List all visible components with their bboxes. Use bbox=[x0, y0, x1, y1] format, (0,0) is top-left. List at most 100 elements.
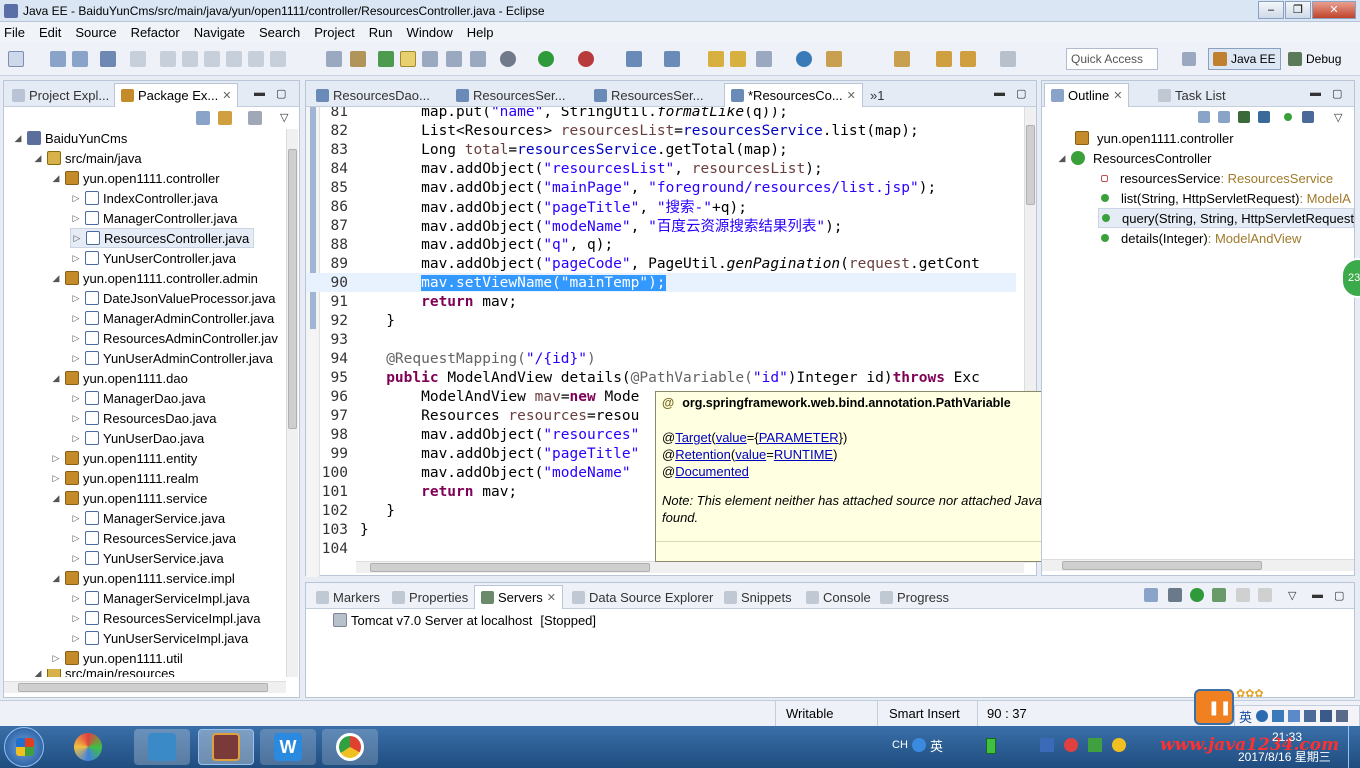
tray-time[interactable]: 21:33 bbox=[1272, 730, 1302, 744]
tab-progress[interactable]: Progress bbox=[874, 585, 955, 609]
editor-scroll-thumb[interactable] bbox=[1026, 125, 1035, 205]
ime-language[interactable]: 英 bbox=[1239, 707, 1252, 726]
taskbar-app[interactable] bbox=[322, 729, 378, 765]
taskbar-app-eclipse[interactable] bbox=[198, 729, 254, 765]
hide-static-icon[interactable] bbox=[1258, 111, 1270, 123]
skip-breakpoints-icon[interactable] bbox=[130, 51, 146, 67]
menu-search[interactable]: Search bbox=[259, 25, 300, 40]
retention-link[interactable]: Retention bbox=[675, 447, 731, 462]
step-into-icon[interactable] bbox=[226, 51, 242, 67]
parameter-link[interactable]: PARAMETER bbox=[759, 430, 839, 445]
value-link[interactable]: value bbox=[735, 447, 766, 462]
tree-item[interactable]: ▷ yun.open1111.entity bbox=[50, 448, 198, 468]
toggle-mark-icon[interactable] bbox=[400, 51, 416, 67]
tree-item[interactable]: ▷ YunUserAdminController.java bbox=[70, 348, 273, 368]
tree-item[interactable]: ▷ ManagerServiceImpl.java bbox=[70, 588, 250, 608]
outline-item[interactable]: details(Integer) : ModelAndView bbox=[1098, 228, 1301, 248]
open-perspective-button[interactable] bbox=[1178, 48, 1200, 70]
tree-item[interactable]: ◢ yun.open1111.service bbox=[50, 488, 208, 508]
tree-item[interactable]: ▷ YunUserDao.java bbox=[70, 428, 205, 448]
minimize-view-icon[interactable]: ▬ bbox=[1310, 87, 1321, 99]
close-tab-icon[interactable]: ✕ bbox=[547, 591, 556, 604]
suspend-icon[interactable] bbox=[182, 51, 198, 67]
maximize-view-icon[interactable]: ▢ bbox=[1334, 589, 1344, 602]
sort-icon[interactable] bbox=[1218, 111, 1230, 123]
tab-properties[interactable]: Properties bbox=[386, 585, 474, 609]
terminal-icon[interactable] bbox=[100, 51, 116, 67]
outline-item[interactable]: list(String, HttpServletRequest) : Model… bbox=[1098, 188, 1351, 208]
save-icon[interactable] bbox=[50, 51, 66, 67]
tree-item[interactable]: ◢ BaiduYunCms bbox=[12, 128, 128, 148]
block-selection-icon[interactable] bbox=[446, 51, 462, 67]
tab-project-explorer[interactable]: Project Expl... bbox=[6, 83, 115, 107]
tab-outline[interactable]: Outline ✕ bbox=[1044, 83, 1130, 107]
tab-console[interactable]: Console bbox=[800, 585, 877, 609]
editor-tab-resources-service[interactable]: ResourcesSer... bbox=[450, 83, 572, 107]
new-server-icon[interactable] bbox=[626, 51, 642, 67]
collapse-all-icon[interactable] bbox=[1198, 111, 1210, 123]
tree-item[interactable]: ▷ yun.open1111.realm bbox=[50, 468, 199, 488]
tree-item[interactable]: ◢ src/main/java bbox=[32, 148, 142, 168]
tray-date[interactable]: 2017/8/16 星期三 bbox=[1238, 748, 1331, 765]
minimize-icon[interactable]: – bbox=[1258, 1, 1284, 19]
format-icon[interactable] bbox=[326, 51, 342, 67]
tree-item[interactable]: ▷ DateJsonValueProcessor.java bbox=[70, 288, 276, 308]
tray-ime[interactable]: CH bbox=[892, 739, 908, 751]
tree-item[interactable]: ◢ yun.open1111.controller bbox=[50, 168, 220, 188]
menu-edit[interactable]: Edit bbox=[39, 25, 61, 40]
view-menu-icon[interactable]: ▽ bbox=[280, 111, 288, 124]
outline-hscroll-thumb[interactable] bbox=[1062, 561, 1262, 570]
menu-run[interactable]: Run bbox=[369, 25, 393, 40]
target-link[interactable]: Target bbox=[675, 430, 711, 445]
ime-skin-icon[interactable] bbox=[1320, 710, 1333, 722]
taskbar-app[interactable] bbox=[60, 729, 116, 765]
tree-item[interactable]: ▷ ManagerController.java bbox=[70, 208, 238, 228]
tree-scroll-thumb[interactable] bbox=[288, 149, 297, 429]
open-folder-icon[interactable] bbox=[708, 51, 724, 67]
next-annotation-icon[interactable] bbox=[826, 51, 842, 67]
tray-shield-icon[interactable] bbox=[1088, 738, 1102, 752]
tree-item[interactable]: ▷ ManagerAdminController.java bbox=[70, 308, 275, 328]
tree-item[interactable]: ▷ ManagerService.java bbox=[70, 508, 226, 528]
tree-item[interactable]: ▷ ManagerDao.java bbox=[70, 388, 206, 408]
terminate-icon[interactable] bbox=[204, 51, 220, 67]
publish-icon[interactable] bbox=[1258, 588, 1272, 602]
profile-server-icon[interactable] bbox=[1212, 588, 1226, 602]
editor-tab-resources-controller[interactable]: *ResourcesCo... ✕ bbox=[724, 83, 863, 107]
editor-hscroll-thumb[interactable] bbox=[370, 563, 650, 572]
menu-navigate[interactable]: Navigate bbox=[194, 25, 245, 40]
tray-battery-icon[interactable] bbox=[986, 738, 996, 754]
maximize-view-icon[interactable]: ▢ bbox=[1016, 87, 1026, 100]
editor-tab-resources-service-impl[interactable]: ResourcesSer... bbox=[588, 83, 710, 107]
link-with-editor-icon[interactable] bbox=[218, 111, 232, 125]
taskbar-app[interactable]: W bbox=[260, 729, 316, 765]
ime-tools-icon[interactable] bbox=[1304, 710, 1317, 722]
new-class-icon[interactable] bbox=[664, 51, 680, 67]
ime-moon-icon[interactable] bbox=[1256, 710, 1269, 722]
tray-ime-icon[interactable] bbox=[912, 738, 926, 752]
perspective-javaee[interactable]: Java EE bbox=[1208, 48, 1281, 70]
focus-icon[interactable] bbox=[248, 111, 262, 125]
minimize-view-icon[interactable]: ▬ bbox=[1312, 589, 1323, 601]
new-icon[interactable] bbox=[8, 51, 24, 67]
close-icon[interactable]: ✕ bbox=[1312, 1, 1356, 19]
web-browser-icon[interactable] bbox=[796, 51, 812, 67]
stop-server-icon[interactable] bbox=[1236, 588, 1250, 602]
tree-horizontal-scrollbar[interactable] bbox=[4, 681, 286, 693]
editor-tab-resources-dao[interactable]: ResourcesDao... bbox=[310, 83, 436, 107]
maximize-view-icon[interactable]: ▢ bbox=[276, 87, 286, 100]
tab-package-explorer[interactable]: Package Ex... ✕ bbox=[114, 83, 239, 107]
menu-help[interactable]: Help bbox=[467, 25, 494, 40]
previous-annotation-icon[interactable] bbox=[894, 51, 910, 67]
start-server-icon[interactable] bbox=[1190, 588, 1204, 602]
tools-icon[interactable] bbox=[350, 51, 366, 67]
menu-refactor[interactable]: Refactor bbox=[131, 25, 180, 40]
tab-markers[interactable]: Markers bbox=[310, 585, 386, 609]
debug-server-icon[interactable] bbox=[1168, 588, 1182, 602]
close-tab-icon[interactable]: ✕ bbox=[222, 89, 231, 102]
close-tab-icon[interactable]: ✕ bbox=[1113, 89, 1122, 102]
outline-horizontal-scrollbar[interactable] bbox=[1042, 559, 1354, 571]
open-project-icon[interactable] bbox=[730, 51, 746, 67]
editor-tab-overflow[interactable]: »1 bbox=[864, 83, 890, 107]
tray-security-icon[interactable] bbox=[1064, 738, 1078, 752]
